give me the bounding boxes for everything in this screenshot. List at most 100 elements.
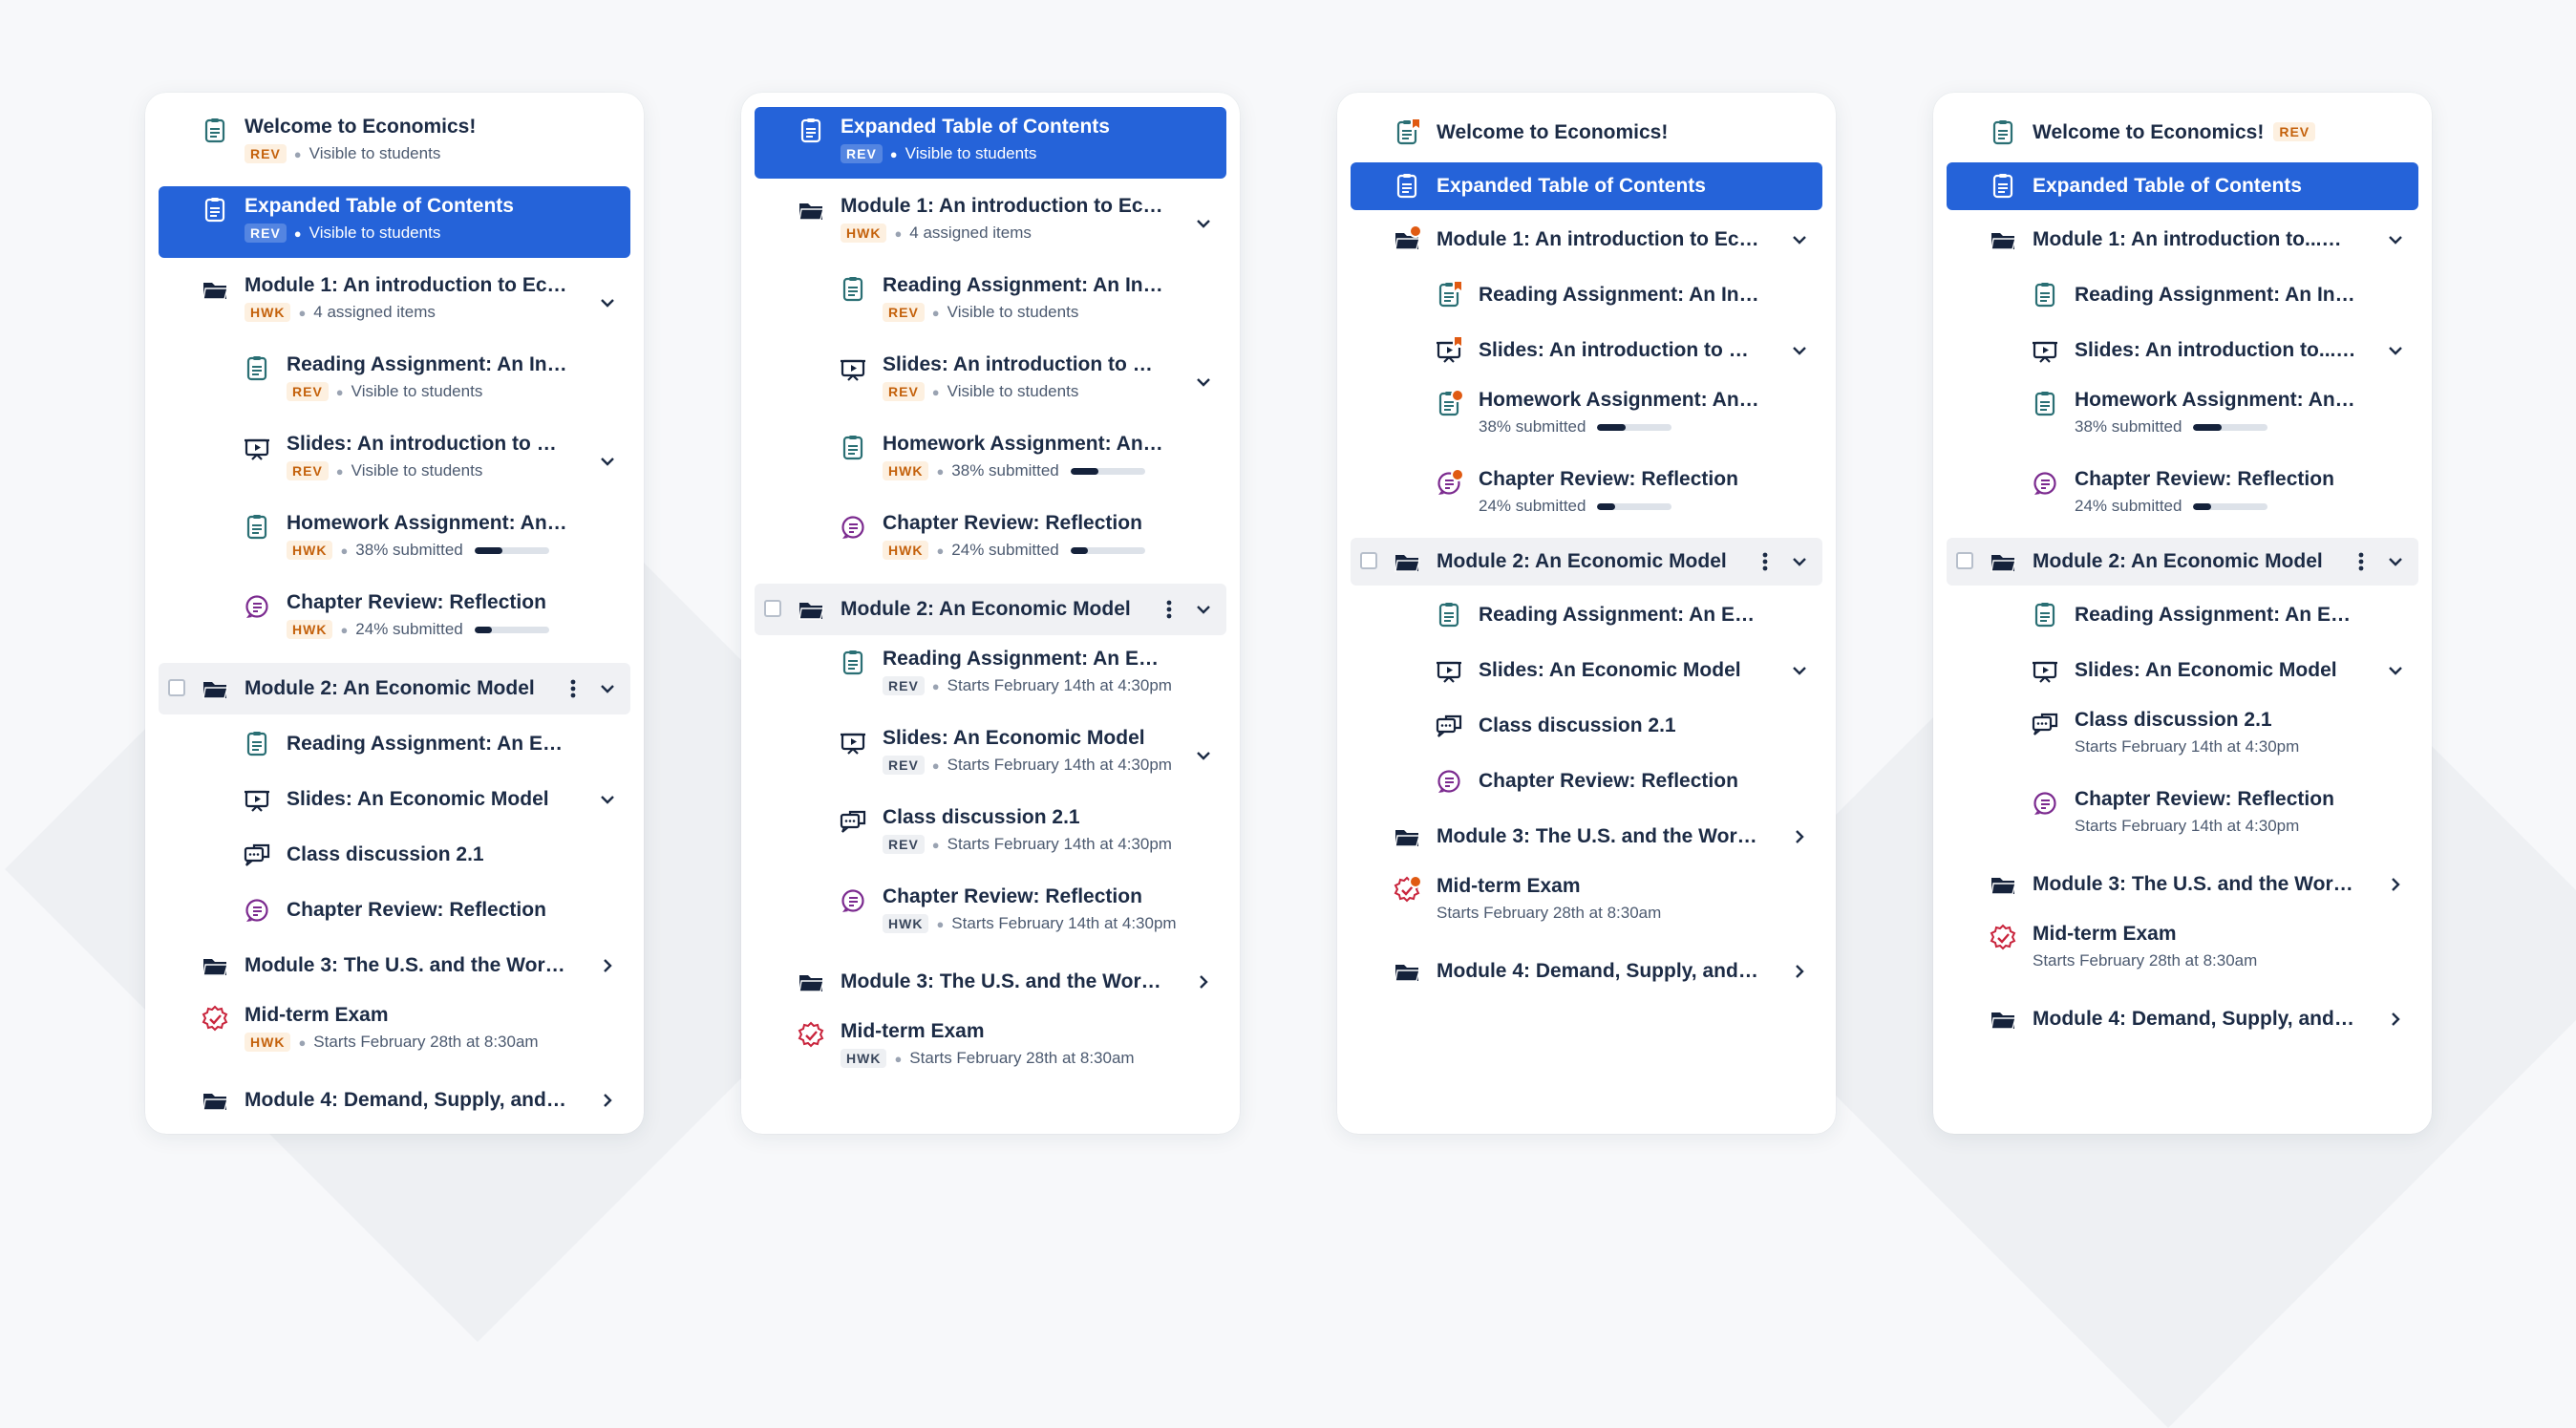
chevron-down-icon[interactable]: [2386, 341, 2405, 360]
toc-item-row-class-discussion-2-1[interactable]: Class discussion 2.1 REV ● Starts February …: [755, 798, 1226, 872]
toc-item-row-slides-an-introduction-to[interactable]: Slides: An introduction to...REV: [1947, 325, 2418, 376]
toc-item-row-expanded-table-of-contents[interactable]: Expanded Table of Contents: [1947, 162, 2418, 210]
more-options-icon[interactable]: [569, 678, 577, 699]
toc-module-row-module-1-an-introduction-to-econo[interactable]: Module 1: An introduction to Econo... HWK…: [755, 186, 1226, 261]
toc-item-row-slides-an-economic-model[interactable]: Slides: An Economic Model: [1351, 645, 1822, 696]
toc-item-row-slides-an-economic-model[interactable]: Slides: An Economic Model: [1947, 645, 2418, 696]
toc-module-row-module-2-an-economic-model[interactable]: Module 2: An Economic Model: [1947, 538, 2418, 586]
toc-item-row-expanded-table-of-contents[interactable]: Expanded Table of Contents REV ● Visible to…: [159, 186, 630, 258]
toc-item-row-class-discussion-2-1[interactable]: Class discussion 2.1 Starts February 14th…: [1947, 700, 2418, 775]
item-meta: REV ● Visible to students: [883, 301, 1165, 324]
select-checkbox[interactable]: [1360, 552, 1377, 569]
chevron-down-icon[interactable]: [598, 293, 617, 312]
item-title: Module 1: An introduction to Econo...: [245, 272, 569, 299]
toc-item-row-mid-term-exam[interactable]: Mid-term Exam HWK ● Starts February 28th at…: [755, 1012, 1226, 1086]
chevron-right-icon[interactable]: [2386, 875, 2405, 894]
chevron-right-icon[interactable]: [598, 956, 617, 975]
item-title: Reading Assignment: An Introducti...: [287, 352, 569, 378]
toc-item-row-slides-an-economic-model[interactable]: Slides: An Economic Model REV ● Starts Febr…: [755, 718, 1226, 793]
toc-module-row-module-2-an-economic-model[interactable]: Module 2: An Economic Model: [1351, 538, 1822, 586]
chevron-down-icon[interactable]: [598, 679, 617, 698]
chevron-down-icon[interactable]: [598, 452, 617, 471]
select-checkbox[interactable]: [168, 679, 185, 696]
item-title: Mid-term Exam: [2033, 921, 2357, 948]
toc-item-row-homework-assignment-an-introdu[interactable]: Homework Assignment: An introdu... HWK ● 38…: [159, 503, 630, 578]
toc-item-row-chapter-review-reflection[interactable]: Chapter Review: Reflection: [1351, 756, 1822, 807]
toc-module-row-module-3-the-u-s-and-the-world[interactable]: Module 3: The U.S. and the World ...: [159, 940, 630, 991]
chevron-down-icon[interactable]: [1790, 661, 1809, 680]
chevron-down-icon[interactable]: [1194, 214, 1213, 233]
toc-item-row-reading-assignment-an-introducti[interactable]: Reading Assignment: An Introducti...: [1351, 269, 1822, 321]
toc-item-row-mid-term-exam[interactable]: Mid-term Exam Starts February 28th at 8:3…: [1947, 914, 2418, 989]
toc-item-row-reading-assignment-an-introducti[interactable]: Reading Assignment: An Introducti... REV ●…: [755, 266, 1226, 340]
chevron-down-icon[interactable]: [1194, 373, 1213, 392]
chevron-down-icon[interactable]: [598, 790, 617, 809]
chevron-right-icon[interactable]: [2386, 1010, 2405, 1029]
toc-item-row-chapter-review-reflection[interactable]: Chapter Review: Reflection HWK ● 24% submit…: [755, 503, 1226, 578]
toc-item-row-slides-an-introduction-to-eco[interactable]: Slides: An introduction to Eco... REV ● Vis…: [159, 424, 630, 499]
select-checkbox[interactable]: [764, 600, 781, 617]
toc-module-row-module-3-the-u-s-and-the-world[interactable]: Module 3: The U.S. and the World ...: [1351, 811, 1822, 863]
chevron-right-icon[interactable]: [1194, 972, 1213, 991]
chevron-down-icon[interactable]: [2386, 552, 2405, 571]
toc-module-row-module-3-the-u-s-and-the-world[interactable]: Module 3: The U.S. and the World ...: [755, 956, 1226, 1008]
toc-module-row-module-2-an-economic-model[interactable]: Module 2: An Economic Model: [159, 663, 630, 714]
toc-item-row-expanded-table-of-contents[interactable]: Expanded Table of Contents REV ● Visible to…: [755, 107, 1226, 179]
toc-item-row-reading-assignment-an-economic[interactable]: Reading Assignment: An Economic ...: [159, 718, 630, 770]
toc-item-row-expanded-table-of-contents[interactable]: Expanded Table of Contents: [1351, 162, 1822, 210]
chevron-right-icon[interactable]: [1790, 827, 1809, 846]
toc-module-row-module-3-the-u-s-and-the-world[interactable]: Module 3: The U.S. and the World ...: [1947, 859, 2418, 910]
chevron-down-icon[interactable]: [1194, 600, 1213, 619]
toc-module-row-module-1-an-introduction-to[interactable]: Module 1: An introduction to...HWK: [1947, 214, 2418, 266]
item-title: Reading Assignment: An Economic ...: [287, 731, 569, 757]
toc-item-row-reading-assignment-an-economic[interactable]: Reading Assignment: An Economic ...: [1351, 589, 1822, 641]
status-badge: HWK: [287, 620, 333, 639]
toc-item-row-welcome-to-economics[interactable]: Welcome to Economics! REV ● Visible to stud…: [159, 107, 630, 179]
chevron-down-icon[interactable]: [2386, 230, 2405, 249]
item-title: Class discussion 2.1: [883, 804, 1165, 831]
toc-item-row-welcome-to-economics[interactable]: Welcome to Economics! REV: [1947, 107, 2418, 159]
toc-item-row-reading-assignment-an-economic[interactable]: Reading Assignment: An Economic ... REV ● S…: [755, 639, 1226, 714]
toc-module-row-module-4-demand-supply-and-ma[interactable]: Module 4: Demand, Supply, and Ma...: [1351, 946, 1822, 997]
toc-item-row-mid-term-exam[interactable]: Mid-term Exam Starts February 28th at 8:3…: [1351, 866, 1822, 941]
more-options-icon[interactable]: [2357, 551, 2365, 572]
chevron-down-icon[interactable]: [2386, 661, 2405, 680]
toc-item-row-reading-assignment-an-introducti[interactable]: Reading Assignment: An Introducti... REV ●…: [159, 345, 630, 419]
more-options-icon[interactable]: [1165, 599, 1173, 620]
chevron-down-icon[interactable]: [1790, 230, 1809, 249]
toc-module-row-module-1-an-introduction-to-econo[interactable]: Module 1: An introduction to Econo... HWK…: [159, 266, 630, 340]
toc-item-row-homework-assignment-an-introdu[interactable]: Homework Assignment: An introdu... HWK ● 38…: [755, 424, 1226, 499]
toc-module-row-module-4-demand-supply-and-ma[interactable]: Module 4: Demand, Supply, and Ma...: [1947, 993, 2418, 1045]
toc-item-row-chapter-review-reflection[interactable]: Chapter Review: Reflection HWK ● 24% submit…: [159, 583, 630, 657]
toc-item-row-chapter-review-reflection[interactable]: Chapter Review: Reflection HWK ● Starts Feb…: [755, 877, 1226, 951]
toc-item-row-mid-term-exam[interactable]: Mid-term Exam HWK ● Starts February 28th at…: [159, 995, 630, 1070]
toc-item-row-class-discussion-2-1[interactable]: Class discussion 2.1: [159, 829, 630, 881]
toc-item-row-slides-an-introduction-to-eco[interactable]: Slides: An introduction to Eco...: [1351, 325, 1822, 376]
toc-item-row-slides-an-introduction-to-eco[interactable]: Slides: An introduction to Eco... REV ● Vis…: [755, 345, 1226, 419]
chevron-down-icon[interactable]: [1790, 552, 1809, 571]
toc-item-row-class-discussion-2-1[interactable]: Class discussion 2.1: [1351, 700, 1822, 752]
toc-item-row-chapter-review-reflection[interactable]: Chapter Review: Reflection Starts Februar…: [1947, 779, 2418, 854]
toc-item-row-reading-assignment-an-economic[interactable]: Reading Assignment: An Economic ...: [1947, 589, 2418, 641]
toc-item-row-slides-an-economic-model[interactable]: Slides: An Economic Model: [159, 774, 630, 825]
chevron-down-icon[interactable]: [1194, 746, 1213, 765]
select-checkbox[interactable]: [1956, 552, 1973, 569]
toc-item-row-reading-assignment-an-intro[interactable]: Reading Assignment: An Intro...REV: [1947, 269, 2418, 321]
chevron-right-icon[interactable]: [598, 1091, 617, 1110]
toc-item-row-welcome-to-economics[interactable]: Welcome to Economics!: [1351, 107, 1822, 159]
chat-review-icon: [1435, 767, 1463, 796]
status-badge: HWK: [245, 303, 291, 322]
toc-module-row-module-1-an-introduction-to-econo[interactable]: Module 1: An introduction to Econo...: [1351, 214, 1822, 266]
chevron-right-icon[interactable]: [1790, 962, 1809, 981]
toc-module-row-module-4-demand-supply-and-ma[interactable]: Module 4: Demand, Supply, and Ma...: [159, 1075, 630, 1126]
toc-item-row-homework-assignment-an-i[interactable]: Homework Assignment: An i...HWK 38% submi…: [1947, 380, 2418, 455]
item-title-text: Slides: An Economic Model: [1479, 659, 1741, 681]
toc-item-row-chapter-review-reflection[interactable]: Chapter Review: Reflection 24% submitted: [1947, 459, 2418, 534]
toc-item-row-chapter-review-reflection[interactable]: Chapter Review: Reflection: [159, 885, 630, 936]
toc-module-row-module-2-an-economic-model[interactable]: Module 2: An Economic Model: [755, 584, 1226, 635]
toc-item-row-homework-assignment-an-introdu[interactable]: Homework Assignment: An introdu... 38% su…: [1351, 380, 1822, 455]
chevron-down-icon[interactable]: [1790, 341, 1809, 360]
item-title: Expanded Table of Contents: [1437, 173, 1761, 200]
more-options-icon[interactable]: [1761, 551, 1769, 572]
toc-item-row-chapter-review-reflection[interactable]: Chapter Review: Reflection 24% submitted: [1351, 459, 1822, 534]
